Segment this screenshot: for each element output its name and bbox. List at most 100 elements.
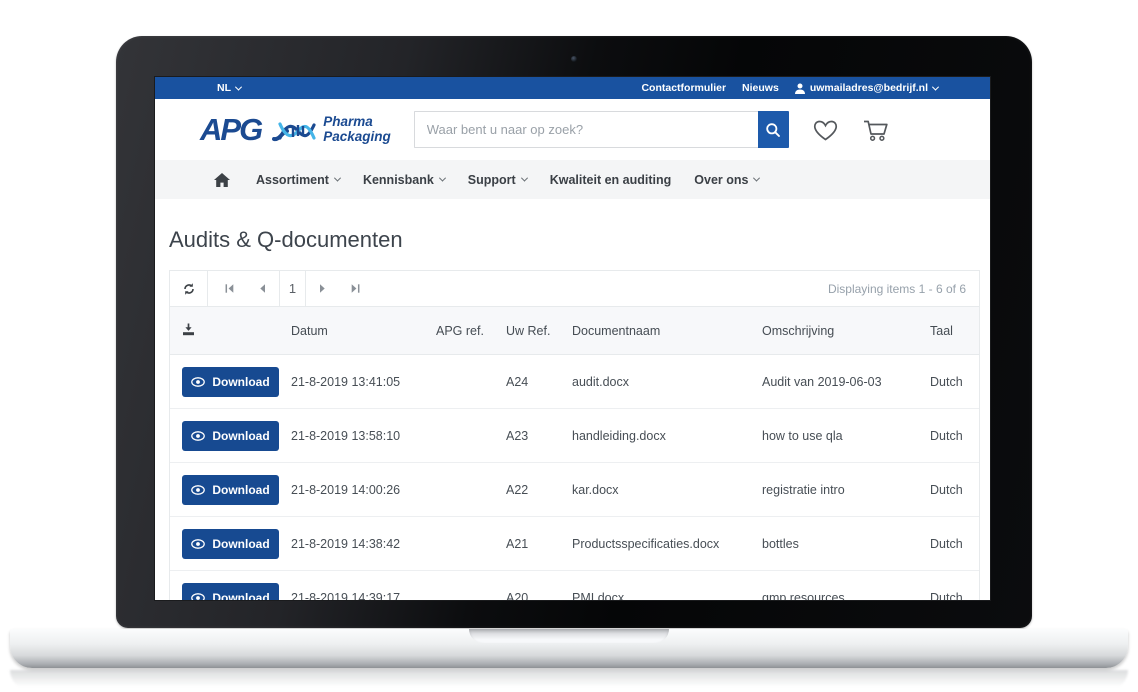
wishlist-button[interactable] bbox=[812, 118, 839, 142]
laptop-bezel: NL Contactformulier Nieuws uwmailadres@b… bbox=[116, 36, 1032, 628]
webcam-dot bbox=[571, 56, 577, 62]
search-button[interactable] bbox=[758, 111, 789, 148]
cell-omschrijving: gmp resources bbox=[762, 591, 930, 601]
chevron-down-icon bbox=[439, 175, 446, 182]
cell-omschrijving: how to use qla bbox=[762, 429, 930, 443]
cell-omschrijving: registratie intro bbox=[762, 483, 930, 497]
cell-datum: 21-8-2019 14:39:17 bbox=[291, 591, 436, 601]
download-button-label: Download bbox=[212, 429, 269, 443]
logo-sub-line1: Pharma bbox=[323, 114, 373, 129]
download-button[interactable]: Download bbox=[182, 475, 279, 505]
language-selector[interactable]: NL bbox=[217, 82, 241, 94]
nav-item-support[interactable]: Support bbox=[468, 173, 527, 187]
cell-taal: Dutch bbox=[930, 537, 979, 551]
language-label: NL bbox=[217, 82, 231, 94]
download-column-header bbox=[170, 323, 291, 339]
table-body: Download 21-8-2019 13:41:05 A24 audit.do… bbox=[170, 355, 979, 600]
page-content: Audits & Q-documenten bbox=[155, 199, 990, 600]
nav-item-over-ons[interactable]: Over ons bbox=[694, 173, 759, 187]
prev-page-icon bbox=[257, 283, 268, 294]
cell-taal: Dutch bbox=[930, 375, 979, 389]
download-button[interactable]: Download bbox=[182, 367, 279, 397]
column-header-datum[interactable]: Datum bbox=[291, 324, 436, 338]
eye-icon bbox=[191, 593, 205, 601]
cell-datum: 21-8-2019 14:38:42 bbox=[291, 537, 436, 551]
table-row: Download 21-8-2019 13:41:05 A24 audit.do… bbox=[170, 355, 979, 409]
nav-label: Support bbox=[468, 173, 516, 187]
main-nav: Assortiment Kennisbank Support Kwaliteit… bbox=[155, 160, 990, 199]
column-header-apg-ref[interactable]: APG ref. bbox=[436, 324, 506, 338]
table-row: Download 21-8-2019 14:00:26 A22 kar.docx… bbox=[170, 463, 979, 517]
first-page-icon bbox=[224, 283, 235, 294]
table-row: Download 21-8-2019 14:39:17 A20 PMI.docx… bbox=[170, 571, 979, 600]
user-icon bbox=[795, 83, 805, 94]
table-row: Download 21-8-2019 14:38:42 A21 Products… bbox=[170, 517, 979, 571]
download-tray-icon bbox=[182, 323, 195, 336]
cell-omschrijving: bottles bbox=[762, 537, 930, 551]
last-page-button[interactable] bbox=[339, 271, 372, 306]
nav-label: Assortiment bbox=[256, 173, 329, 187]
laptop-screen: NL Contactformulier Nieuws uwmailadres@b… bbox=[155, 77, 990, 600]
cell-taal: Dutch bbox=[930, 591, 979, 601]
eye-icon bbox=[191, 377, 205, 387]
last-page-icon bbox=[350, 283, 361, 294]
prev-page-button[interactable] bbox=[246, 271, 279, 306]
user-email: uwmailadres@bedrijf.nl bbox=[810, 82, 928, 94]
documents-grid: 1 bbox=[169, 270, 980, 600]
cell-taal: Dutch bbox=[930, 483, 979, 497]
first-page-button[interactable] bbox=[213, 271, 246, 306]
eye-icon bbox=[191, 539, 205, 549]
download-button[interactable]: Download bbox=[182, 529, 279, 559]
cell-datum: 21-8-2019 13:58:10 bbox=[291, 429, 436, 443]
laptop-reflection bbox=[10, 670, 1128, 690]
link-nieuws[interactable]: Nieuws bbox=[742, 82, 779, 94]
logo[interactable]: APG Pharma Packaging bbox=[200, 113, 391, 147]
search-bar bbox=[414, 111, 789, 148]
cell-taal: Dutch bbox=[930, 429, 979, 443]
laptop-base bbox=[10, 629, 1128, 668]
cell-uw-ref: A22 bbox=[506, 483, 572, 497]
nav-item-kennisbank[interactable]: Kennisbank bbox=[363, 173, 445, 187]
nav-label: Over ons bbox=[694, 173, 748, 187]
download-button[interactable]: Download bbox=[182, 421, 279, 451]
pager-status: Displaying items 1 - 6 of 6 bbox=[828, 282, 979, 296]
cell-documentnaam: handleiding.docx bbox=[572, 429, 762, 443]
download-button[interactable]: Download bbox=[182, 583, 279, 601]
chevron-down-icon bbox=[932, 83, 939, 90]
column-header-omschrijving[interactable]: Omschrijving bbox=[762, 324, 930, 338]
nav-item-assortiment[interactable]: Assortiment bbox=[256, 173, 340, 187]
link-contactformulier[interactable]: Contactformulier bbox=[641, 82, 726, 94]
current-page-button[interactable]: 1 bbox=[279, 271, 306, 306]
search-icon bbox=[765, 122, 781, 138]
eye-icon bbox=[191, 431, 205, 441]
chevron-down-icon bbox=[521, 175, 528, 182]
eye-icon bbox=[191, 485, 205, 495]
cell-documentnaam: kar.docx bbox=[572, 483, 762, 497]
website: NL Contactformulier Nieuws uwmailadres@b… bbox=[155, 77, 990, 600]
search-input[interactable] bbox=[414, 111, 758, 148]
cell-uw-ref: A21 bbox=[506, 537, 572, 551]
download-button-label: Download bbox=[212, 375, 269, 389]
column-header-uw-ref[interactable]: Uw Ref. bbox=[506, 324, 572, 338]
next-page-button[interactable] bbox=[306, 271, 339, 306]
logo-sub-line2: Packaging bbox=[323, 129, 391, 144]
laptop-mockup: NL Contactformulier Nieuws uwmailadres@b… bbox=[0, 0, 1138, 692]
cell-documentnaam: Productsspecificaties.docx bbox=[572, 537, 762, 551]
refresh-button[interactable] bbox=[170, 271, 208, 306]
cart-button[interactable] bbox=[862, 118, 890, 142]
chevron-down-icon bbox=[235, 83, 242, 90]
column-header-taal[interactable]: Taal bbox=[930, 324, 979, 338]
table-row: Download 21-8-2019 13:58:10 A23 handleid… bbox=[170, 409, 979, 463]
nav-item-kwaliteit-en-auditing[interactable]: Kwaliteit en auditing bbox=[550, 173, 672, 187]
cart-icon bbox=[862, 118, 890, 142]
next-page-icon bbox=[317, 283, 328, 294]
page-title: Audits & Q-documenten bbox=[169, 227, 980, 253]
cell-uw-ref: A24 bbox=[506, 375, 572, 389]
column-header-documentnaam[interactable]: Documentnaam bbox=[572, 324, 762, 338]
user-account-menu[interactable]: uwmailadres@bedrijf.nl bbox=[795, 82, 938, 94]
nav-home[interactable] bbox=[214, 173, 230, 187]
cell-documentnaam: audit.docx bbox=[572, 375, 762, 389]
nav-label: Kennisbank bbox=[363, 173, 434, 187]
chevron-down-icon bbox=[334, 175, 341, 182]
cell-uw-ref: A23 bbox=[506, 429, 572, 443]
